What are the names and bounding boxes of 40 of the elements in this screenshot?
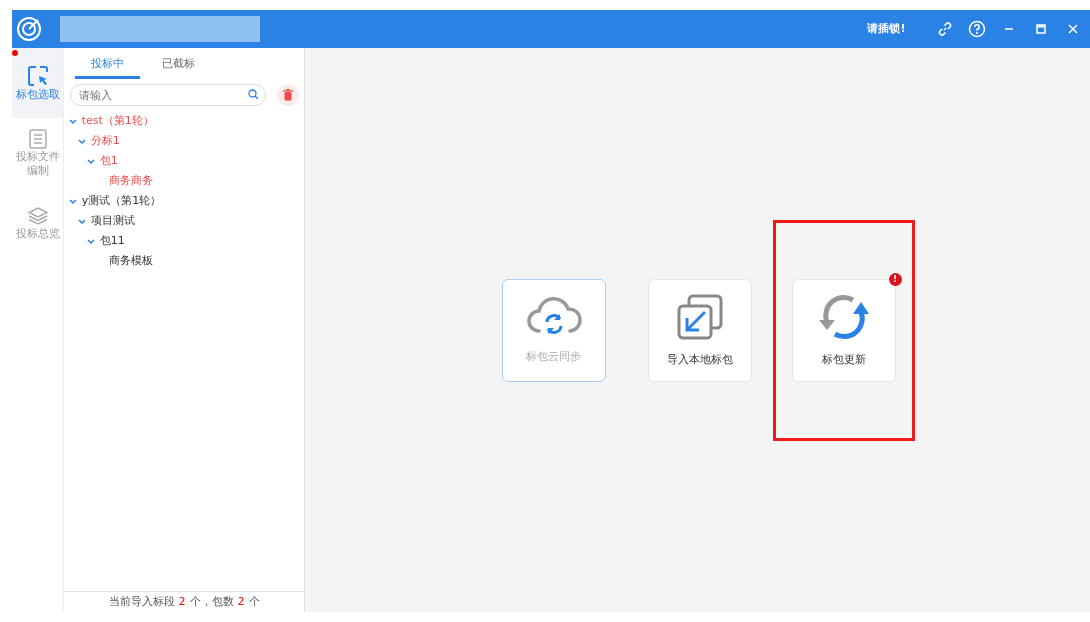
tree-item[interactable]: 商务商务 [66,171,302,192]
footer-text: 当前导入标段 [108,594,175,608]
tree-item[interactable]: y测试（第1轮） [66,191,302,212]
trash-icon [282,89,293,101]
footer-text: 个，包数 [189,594,234,608]
nav-item[interactable]: 投标总览 [12,188,63,258]
nav-label: 投标总览 [15,226,60,242]
lock-notice: 请插锁! [867,20,906,37]
count-value: 2 [178,594,186,608]
layers-icon [26,204,49,227]
tab[interactable]: 投标中 [75,48,140,79]
target-logo-icon [16,16,42,42]
search-icon[interactable] [247,89,259,100]
caret-down-icon[interactable] [77,138,86,145]
tree-item[interactable]: 分标1 [66,131,302,152]
caret-down-icon[interactable] [86,158,95,165]
tree-item[interactable]: test（第1轮） [66,111,302,132]
tree-item[interactable]: 商务模板 [66,251,302,272]
nav-label: 投标文件编制 [14,149,61,179]
cursor-frame-icon [25,63,50,88]
help-icon[interactable] [968,20,986,38]
import-package-button[interactable]: 导入本地标包 [647,278,752,382]
nav-item[interactable]: 投标文件编制 [12,118,63,188]
footer-text: 个 [248,594,260,608]
alert-badge: ! [888,272,902,286]
caret-down-icon[interactable] [77,218,86,225]
caret-down-icon[interactable] [68,118,77,125]
nav-label: 标包选取 [15,87,60,103]
count-value: 2 [237,594,245,608]
delete-button[interactable] [276,84,299,106]
tree-item[interactable]: 包11 [66,231,302,252]
list-document-icon [26,127,49,150]
tree-item[interactable]: 包1 [66,151,302,172]
nav-item[interactable]: 标包选取 [12,48,63,118]
caret-down-icon[interactable] [86,238,95,245]
caret-down-icon[interactable] [68,198,77,205]
search-field[interactable]: 请输入 [69,84,266,106]
link-icon[interactable] [936,20,954,38]
tree-item[interactable]: 项目测试 [66,211,302,232]
tab[interactable]: 已截标 [145,48,211,79]
